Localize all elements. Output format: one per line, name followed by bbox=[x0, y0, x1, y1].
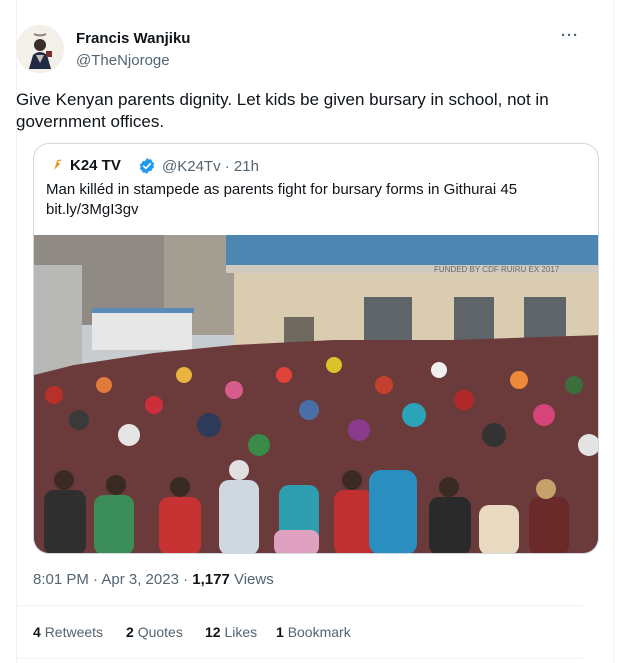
views-label: Views bbox=[229, 571, 274, 588]
quote-author-name[interactable]: K24 TV bbox=[70, 157, 121, 174]
tweet-datetime[interactable]: 8:01 PM · Apr 3, 2023 · bbox=[33, 571, 192, 588]
verified-badge-icon bbox=[138, 157, 156, 175]
retweets-stat[interactable]: 4 Retweets bbox=[33, 624, 103, 640]
tweet-text: Give Kenyan parents dignity. Let kids be… bbox=[16, 90, 549, 131]
avatar-image bbox=[16, 25, 64, 73]
views-count: 1,177 bbox=[192, 571, 230, 588]
crowd-photo[interactable]: FUNDED BY CDF RUIRU EX 2017 bbox=[34, 235, 599, 554]
divider bbox=[16, 658, 582, 659]
quote-text: Man killéd in stampede as parents fight … bbox=[46, 180, 586, 220]
quote-body: Man killéd in stampede as parents fight … bbox=[46, 181, 518, 198]
quoted-tweet[interactable]: K24 TV @K24Tv · 21h Man killéd in stampe… bbox=[33, 143, 599, 554]
tweet-header: Francis Wanjiku @TheNjoroge ··· bbox=[16, 22, 582, 74]
bookmarks-stat[interactable]: 1 Bookmark bbox=[276, 624, 351, 640]
likes-stat[interactable]: 12 Likes bbox=[205, 624, 257, 640]
author-handle[interactable]: @TheNjoroge bbox=[76, 52, 170, 69]
more-options-icon[interactable]: ··· bbox=[558, 28, 582, 50]
building-sign: FUNDED BY CDF RUIRU EX 2017 bbox=[434, 265, 560, 274]
author-avatar[interactable] bbox=[16, 25, 64, 73]
quote-meta[interactable]: @K24Tv · 21h bbox=[162, 158, 259, 175]
quotes-stat[interactable]: 2 Quotes bbox=[126, 624, 183, 640]
divider bbox=[16, 605, 582, 606]
author-name[interactable]: Francis Wanjiku bbox=[76, 30, 190, 47]
k24-logo-icon bbox=[51, 158, 63, 172]
tweet-timestamp[interactable]: 8:01 PM · Apr 3, 2023 · 1,177 Views bbox=[33, 571, 274, 588]
quote-header: K24 TV @K24Tv · 21h bbox=[46, 156, 586, 176]
quote-link[interactable]: bit.ly/3MgI3gv bbox=[46, 200, 586, 220]
